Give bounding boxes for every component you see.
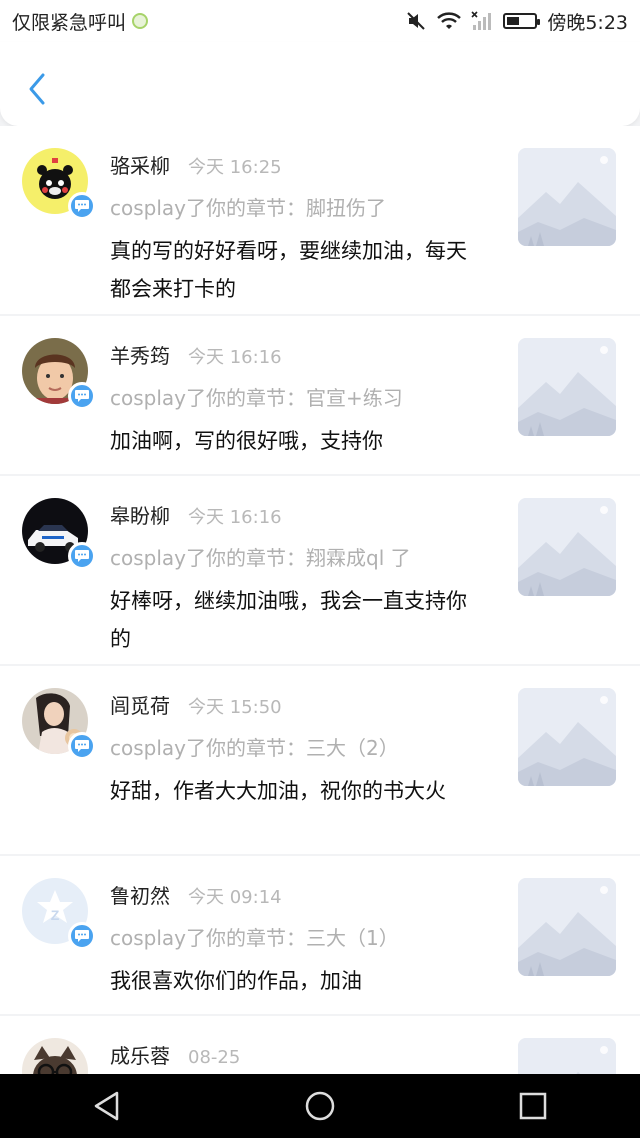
chapter-thumbnail[interactable] <box>518 878 616 976</box>
battery-icon <box>503 13 541 29</box>
timestamp: 今天 09:14 <box>188 887 282 908</box>
chapter-info: cosplay了你的章节：三大（1） <box>110 926 399 950</box>
clock-text: 傍晚5:23 <box>547 11 628 34</box>
list-item[interactable]: 闾觅荷 今天 15:50 cosplay了你的章节：三大（2） 好甜，作者大大加… <box>0 666 640 854</box>
placeholder-image-icon <box>518 1038 616 1074</box>
list-item[interactable]: 羊秀筠 今天 16:16 cosplay了你的章节：官宣+练习 加油啊，写的很好… <box>0 316 640 474</box>
notification-list: 骆采柳 今天 16:25 cosplay了你的章节：脚扭伤了 真的写的好好看呀，… <box>0 126 640 1074</box>
avatar[interactable] <box>22 688 96 760</box>
comment-text: 真的写的好好看呀，要继续加油，每天都会来打卡的 <box>110 239 467 301</box>
placeholder-image-icon <box>518 338 616 436</box>
message-badge-icon <box>68 192 96 220</box>
user-name[interactable]: 闾觅荷 <box>110 690 170 719</box>
carrier-text: 仅限紧急呼叫 <box>12 11 127 34</box>
avatar[interactable] <box>22 1038 88 1074</box>
timestamp: 今天 16:16 <box>188 347 282 368</box>
timestamp: 今天 16:25 <box>188 157 282 178</box>
chapter-thumbnail[interactable] <box>518 338 616 436</box>
carrier-status-icon <box>132 13 149 29</box>
avatar[interactable] <box>22 498 96 570</box>
avatar[interactable] <box>22 338 96 410</box>
recents-square-icon <box>520 1092 547 1120</box>
timestamp: 08-25 <box>188 1047 241 1068</box>
message-badge-icon <box>68 732 96 760</box>
user-name[interactable]: 成乐蓉 <box>110 1040 170 1069</box>
nav-recents-button[interactable] <box>503 1081 563 1131</box>
chapter-thumbnail[interactable] <box>518 498 616 596</box>
placeholder-image-icon <box>518 148 616 246</box>
home-circle-icon <box>305 1091 335 1121</box>
chapter-info: cosplay了你的章节：官宣+练习 <box>110 386 403 410</box>
chapter-thumbnail[interactable] <box>518 688 616 786</box>
avatar[interactable]: Z <box>22 878 96 950</box>
list-item[interactable]: 骆采柳 今天 16:25 cosplay了你的章节：脚扭伤了 真的写的好好看呀，… <box>0 126 640 314</box>
placeholder-image-icon <box>518 498 616 596</box>
mute-icon <box>405 10 427 32</box>
avatar[interactable] <box>22 148 96 220</box>
chapter-info: cosplay了你的章节：三大（2） <box>110 736 399 760</box>
user-name[interactable]: 骆采柳 <box>110 150 170 179</box>
comment-text: 好甜，作者大大加油，祝你的书大火 <box>110 779 446 803</box>
message-badge-icon <box>68 922 96 950</box>
nav-back-button[interactable] <box>77 1081 137 1131</box>
list-item[interactable]: 成乐蓉 08-25 <box>0 1016 640 1074</box>
placeholder-image-icon <box>518 878 616 976</box>
chapter-thumbnail[interactable] <box>518 148 616 246</box>
signal-icon <box>471 10 493 32</box>
nav-home-button[interactable] <box>290 1081 350 1131</box>
user-name[interactable]: 皋盼柳 <box>110 500 170 529</box>
message-badge-icon <box>68 382 96 410</box>
message-badge-icon <box>68 542 96 570</box>
system-nav-bar <box>0 1074 640 1138</box>
cat-glasses-avatar <box>22 1038 88 1074</box>
list-item[interactable]: 皋盼柳 今天 16:16 cosplay了你的章节：翔霖成ql 了 好棒呀，继续… <box>0 476 640 664</box>
chapter-info: cosplay了你的章节：翔霖成ql 了 <box>110 546 411 570</box>
status-bar: 仅限紧急呼叫 傍晚5:23 <box>0 0 640 42</box>
back-button[interactable] <box>20 70 54 108</box>
user-name[interactable]: 鲁初然 <box>110 880 170 909</box>
back-triangle-icon <box>94 1091 118 1121</box>
comment-text: 加油啊，写的很好哦，支持你 <box>110 429 383 453</box>
top-header <box>0 42 640 126</box>
svg-text:Z: Z <box>51 907 60 923</box>
comment-text: 好棒呀，继续加油哦，我会一直支持你的 <box>110 589 467 651</box>
user-name[interactable]: 羊秀筠 <box>110 340 170 369</box>
chevron-left-icon <box>29 73 45 105</box>
timestamp: 今天 15:50 <box>188 697 282 718</box>
chapter-info: cosplay了你的章节：脚扭伤了 <box>110 196 386 220</box>
comment-text: 我很喜欢你们的作品，加油 <box>110 969 362 993</box>
placeholder-image-icon <box>518 688 616 786</box>
list-item[interactable]: Z 鲁初然 今天 09:14 cosplay了你的章节：三大（1） 我很喜欢你们… <box>0 856 640 1014</box>
wifi-icon <box>437 10 462 32</box>
chapter-thumbnail[interactable] <box>518 1038 616 1074</box>
timestamp: 今天 16:16 <box>188 507 282 528</box>
